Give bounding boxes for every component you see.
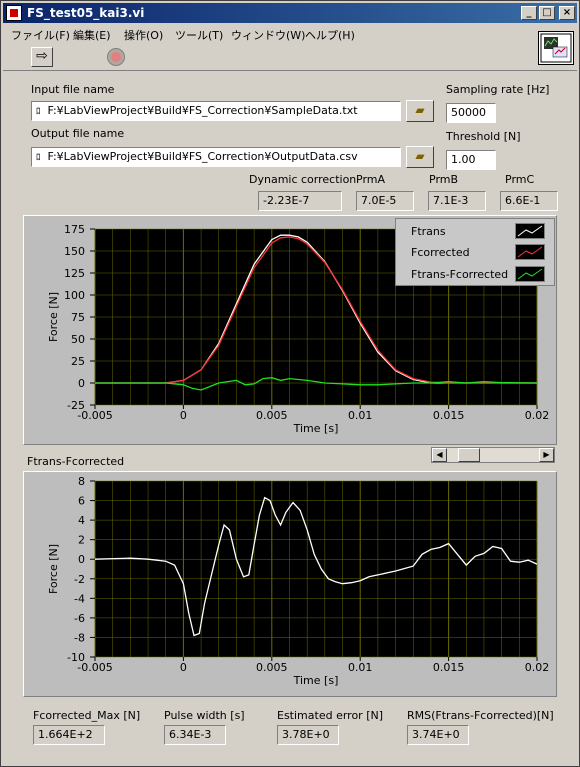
y-tick-label: 125 [64, 267, 85, 280]
close-button[interactable]: × [559, 6, 575, 20]
input-file-path-field[interactable]: ﾛ F:¥LabViewProject¥Build¥FS_Correction¥… [31, 101, 401, 121]
prmA-label: PrmA [356, 173, 386, 186]
abort-stop-icon[interactable] [107, 48, 125, 66]
menu-tools[interactable]: ツール(T) [175, 27, 223, 43]
y-tick-label: 6 [78, 495, 85, 508]
scroll-left-arrow-icon[interactable]: ◀ [432, 448, 447, 462]
menu-help[interactable]: ヘルプ(H) [305, 27, 355, 43]
maximize-button[interactable]: □ [539, 6, 555, 20]
x-tick-label: 0.02 [525, 661, 550, 674]
scroll-right-arrow-icon[interactable]: ▶ [539, 448, 554, 462]
threshold-field[interactable]: 1.00 [446, 150, 496, 170]
x-axis-label: Time [s] [293, 674, 339, 687]
dynamic-correction-value: -2.23E-7 [258, 191, 342, 211]
rms-label: RMS(Ftrans-Fcorrected)[N] [407, 709, 554, 722]
legend-swatch-ftrans [515, 223, 545, 239]
output-file-path-value: F:¥LabViewProject¥Build¥FS_Correction¥Ou… [47, 150, 358, 163]
y-tick-label: 50 [71, 333, 85, 346]
y-tick-label: 150 [64, 245, 85, 258]
estimated-error-label: Estimated error [N] [277, 709, 384, 722]
difference-waveform-chart: 86420-2-4-6-8-10-0.005 0 0.005 0.01 0.015 0.0… [47, 475, 550, 687]
y-tick-label: -8 [74, 631, 85, 644]
y-tick-label: 175 [64, 223, 85, 236]
plot-legend: Ftrans Fcorrected Ftrans-Fcorrected [395, 218, 555, 286]
y-tick-label: -4 [74, 592, 85, 605]
fcorrected-max-label: Fcorrected_Max [N] [33, 709, 141, 722]
sampling-rate-field[interactable]: 50000 [446, 103, 496, 123]
fcorrected-max-value: 1.664E+2 [33, 725, 105, 745]
y-tick-label: 4 [78, 514, 85, 527]
x-tick-label: 0 [180, 661, 187, 674]
y-axis-label: Force [N] [47, 544, 60, 594]
y-tick-label: 2 [78, 534, 85, 547]
path-icon: ﾛ [36, 153, 41, 163]
rms-value: 3.74E+0 [407, 725, 469, 745]
graph-x-scrollbar[interactable]: ◀ ▶ [431, 447, 555, 463]
prmB-label: PrmB [429, 173, 459, 186]
x-axis-label: Time [s] [293, 422, 339, 435]
input-browse-folder-icon[interactable]: ▰ [406, 100, 434, 122]
threshold-label: Threshold [N] [446, 130, 521, 143]
y-tick-label: 25 [71, 355, 85, 368]
y-tick-label: -6 [74, 612, 85, 625]
y-axis-label: Force [N] [47, 292, 60, 342]
legend-swatch-fcorrected [515, 244, 545, 260]
menu-file[interactable]: ファイル(F) [11, 27, 70, 43]
menu-edit[interactable]: 編集(E) [73, 27, 111, 43]
prmC-label: PrmC [505, 173, 535, 186]
x-tick-label: 0.01 [348, 409, 373, 422]
menu-window[interactable]: ウィンドウ(W) [231, 27, 305, 43]
x-tick-label: 0.015 [433, 409, 465, 422]
title-bar: FS_test05_kai3.vi _ □ × [3, 3, 577, 23]
path-icon: ﾛ [36, 107, 41, 117]
minimize-button[interactable]: _ [521, 6, 537, 20]
y-tick-label: 75 [71, 311, 85, 324]
x-tick-label: 0.015 [433, 661, 465, 674]
pulse-width-value: 6.34E-3 [164, 725, 226, 745]
labview-window: FS_test05_kai3.vi _ □ × ファイル(F) 編集(E) 操作… [0, 0, 580, 767]
input-file-path-value: F:¥LabViewProject¥Build¥FS_Correction¥Sa… [47, 104, 358, 117]
difference-graph-title: Ftrans-Fcorrected [27, 455, 125, 468]
y-tick-label: 0 [78, 377, 85, 390]
x-tick-label: 0.02 [525, 409, 550, 422]
legend-label-fcorrected: Fcorrected [411, 246, 470, 259]
legend-swatch-difference [515, 266, 545, 282]
scroll-thumb[interactable] [458, 448, 480, 462]
dynamic-correction-label: Dynamic correction [249, 173, 357, 186]
menu-bar: ファイル(F) 編集(E) 操作(O) ツール(T) ウィンドウ(W) ヘルプ(… [3, 24, 577, 44]
prmB-value: 7.1E-3 [428, 191, 486, 211]
output-file-path-field[interactable]: ﾛ F:¥LabViewProject¥Build¥FS_Correction¥… [31, 147, 401, 167]
vi-app-icon [6, 5, 22, 21]
pulse-width-label: Pulse width [s] [164, 709, 245, 722]
legend-label-ftrans: Ftrans [411, 225, 446, 238]
x-tick-label: 0.01 [348, 661, 373, 674]
toolbar: ⇨ [3, 44, 577, 71]
vi-connector-icon [538, 31, 574, 65]
plot-area [95, 481, 537, 657]
x-tick-label: -0.005 [77, 661, 112, 674]
x-tick-label: -0.005 [77, 409, 112, 422]
x-tick-label: 0 [180, 409, 187, 422]
run-arrow-icon[interactable]: ⇨ [31, 47, 53, 67]
output-browse-folder-icon[interactable]: ▰ [406, 146, 434, 168]
prmC-value: 6.6E-1 [500, 191, 558, 211]
y-tick-label: 0 [78, 553, 85, 566]
prmA-value: 7.0E-5 [356, 191, 414, 211]
sampling-rate-label: Sampling rate [Hz] [446, 83, 550, 96]
y-tick-label: -2 [74, 573, 85, 586]
x-tick-label: 0.005 [256, 661, 288, 674]
y-tick-label: 100 [64, 289, 85, 302]
y-tick-label: 8 [78, 475, 85, 488]
menu-operate[interactable]: 操作(O) [124, 27, 163, 43]
output-file-label: Output file name [31, 127, 125, 140]
estimated-error-value: 3.78E+0 [277, 725, 339, 745]
window-title: FS_test05_kai3.vi [27, 6, 145, 20]
input-file-label: Input file name [31, 83, 115, 96]
x-tick-label: 0.005 [256, 409, 288, 422]
legend-label-difference: Ftrans-Fcorrected [411, 268, 509, 281]
